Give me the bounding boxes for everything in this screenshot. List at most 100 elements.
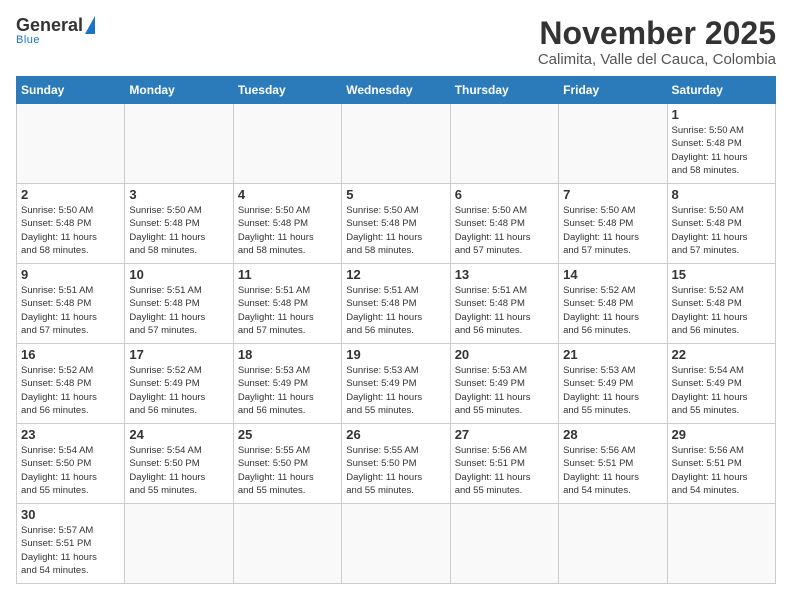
logo-general: General <box>16 16 83 34</box>
calendar-cell: 29Sunrise: 5:56 AMSunset: 5:51 PMDayligh… <box>667 424 775 504</box>
date-number: 27 <box>455 427 554 442</box>
cell-info: Sunrise: 5:57 AMSunset: 5:51 PMDaylight:… <box>21 524 120 577</box>
date-number: 4 <box>238 187 337 202</box>
calendar-cell: 10Sunrise: 5:51 AMSunset: 5:48 PMDayligh… <box>125 264 233 344</box>
cell-info: Sunrise: 5:54 AMSunset: 5:50 PMDaylight:… <box>129 444 228 497</box>
calendar-title: November 2025 <box>538 16 776 51</box>
date-number: 19 <box>346 347 445 362</box>
calendar-cell <box>125 104 233 184</box>
logo-area: General Blue <box>16 16 95 46</box>
week-row-4: 16 Sunrise: 5:52 AMSunset: 5:48 PMDayligh… <box>17 344 776 424</box>
date-number: 23 <box>21 427 120 442</box>
calendar-cell: 8Sunrise: 5:50 AMSunset: 5:48 PMDaylight… <box>667 184 775 264</box>
date-number: 17 <box>129 347 228 362</box>
date-number: 11 <box>238 267 337 282</box>
day-header-thursday: Thursday <box>450 77 558 104</box>
cell-info: Sunrise: 5:52 AMSunset: 5:48 PMDaylight:… <box>672 284 771 337</box>
cell-info: Sunrise: 5:50 AMSunset: 5:48 PMDaylight:… <box>563 204 662 257</box>
calendar-cell: 5 Sunrise: 5:50 AMSunset: 5:48 PMDaylight… <box>342 184 450 264</box>
date-number: 22 <box>672 347 771 362</box>
header: General Blue November 2025 Calimita, Val… <box>16 16 776 68</box>
logo-row: General <box>16 16 95 34</box>
calendar-table: SundayMondayTuesdayWednesdayThursdayFrid… <box>16 76 776 584</box>
cell-info: Sunrise: 5:53 AMSunset: 5:49 PMDaylight:… <box>238 364 337 417</box>
calendar-cell: 13Sunrise: 5:51 AMSunset: 5:48 PMDayligh… <box>450 264 558 344</box>
day-header-wednesday: Wednesday <box>342 77 450 104</box>
cell-info: Sunrise: 5:56 AMSunset: 5:51 PMDaylight:… <box>563 444 662 497</box>
date-number: 13 <box>455 267 554 282</box>
date-number: 8 <box>672 187 771 202</box>
day-header-sunday: Sunday <box>17 77 125 104</box>
calendar-cell: 14 Sunrise: 5:52 AMSunset: 5:48 PMDayligh… <box>559 264 667 344</box>
date-number: 12 <box>346 267 445 282</box>
cell-info: Sunrise: 5:50 AMSunset: 5:48 PMDaylight:… <box>129 204 228 257</box>
date-number: 20 <box>455 347 554 362</box>
calendar-cell <box>17 104 125 184</box>
calendar-cell: 9Sunrise: 5:51 AMSunset: 5:48 PMDaylight… <box>17 264 125 344</box>
calendar-cell: 25 Sunrise: 5:55 AMSunset: 5:50 PMDayligh… <box>233 424 341 504</box>
cell-info: Sunrise: 5:50 AMSunset: 5:48 PMDaylight:… <box>346 204 445 257</box>
calendar-cell <box>667 504 775 584</box>
day-header-row: SundayMondayTuesdayWednesdayThursdayFrid… <box>17 77 776 104</box>
calendar-subtitle: Calimita, Valle del Cauca, Colombia <box>538 51 776 68</box>
calendar-cell: 16 Sunrise: 5:52 AMSunset: 5:48 PMDayligh… <box>17 344 125 424</box>
cell-info: Sunrise: 5:52 AMSunset: 5:48 PMDaylight:… <box>563 284 662 337</box>
calendar-cell <box>125 504 233 584</box>
calendar-cell <box>559 104 667 184</box>
calendar-cell: 3 Sunrise: 5:50 AMSunset: 5:48 PMDaylight… <box>125 184 233 264</box>
date-number: 25 <box>238 427 337 442</box>
cell-info: Sunrise: 5:51 AMSunset: 5:48 PMDaylight:… <box>238 284 337 337</box>
cell-info: Sunrise: 5:50 AMSunset: 5:48 PMDaylight:… <box>455 204 554 257</box>
calendar-cell <box>233 504 341 584</box>
calendar-cell: 18 Sunrise: 5:53 AMSunset: 5:49 PMDayligh… <box>233 344 341 424</box>
cell-info: Sunrise: 5:55 AMSunset: 5:50 PMDaylight:… <box>238 444 337 497</box>
date-number: 3 <box>129 187 228 202</box>
cell-info: Sunrise: 5:51 AMSunset: 5:48 PMDaylight:… <box>129 284 228 337</box>
calendar-cell: 27 Sunrise: 5:56 AMSunset: 5:51 PMDayligh… <box>450 424 558 504</box>
cell-info: Sunrise: 5:50 AMSunset: 5:48 PMDaylight:… <box>21 204 120 257</box>
date-number: 6 <box>455 187 554 202</box>
cell-info: Sunrise: 5:52 AMSunset: 5:49 PMDaylight:… <box>129 364 228 417</box>
cell-info: Sunrise: 5:56 AMSunset: 5:51 PMDaylight:… <box>455 444 554 497</box>
date-number: 16 <box>21 347 120 362</box>
logo-blue-text: Blue <box>16 34 40 46</box>
calendar-cell <box>450 104 558 184</box>
calendar-cell: 2Sunrise: 5:50 AMSunset: 5:48 PMDaylight… <box>17 184 125 264</box>
calendar-cell: 17 Sunrise: 5:52 AMSunset: 5:49 PMDayligh… <box>125 344 233 424</box>
date-number: 1 <box>672 107 771 122</box>
date-number: 9 <box>21 267 120 282</box>
date-number: 14 <box>563 267 662 282</box>
date-number: 28 <box>563 427 662 442</box>
date-number: 30 <box>21 507 120 522</box>
date-number: 7 <box>563 187 662 202</box>
calendar-cell: 23Sunrise: 5:54 AMSunset: 5:50 PMDayligh… <box>17 424 125 504</box>
calendar-cell <box>559 504 667 584</box>
date-number: 18 <box>238 347 337 362</box>
calendar-cell: 15 Sunrise: 5:52 AMSunset: 5:48 PMDayligh… <box>667 264 775 344</box>
cell-info: Sunrise: 5:52 AMSunset: 5:48 PMDaylight:… <box>21 364 120 417</box>
title-area: November 2025 Calimita, Valle del Cauca,… <box>538 16 776 68</box>
cell-info: Sunrise: 5:53 AMSunset: 5:49 PMDaylight:… <box>455 364 554 417</box>
calendar-cell: 7 Sunrise: 5:50 AMSunset: 5:48 PMDaylight… <box>559 184 667 264</box>
date-number: 26 <box>346 427 445 442</box>
logo-triangle-icon <box>85 16 95 34</box>
week-row-2: 2Sunrise: 5:50 AMSunset: 5:48 PMDaylight… <box>17 184 776 264</box>
calendar-cell <box>342 504 450 584</box>
week-row-5: 23 Sunrise: 5:54 AMSunset: 5:50 PMDayligh… <box>17 424 776 504</box>
calendar-cell: 21Sunrise: 5:53 AMSunset: 5:49 PMDayligh… <box>559 344 667 424</box>
calendar-cell: 4 Sunrise: 5:50 AMSunset: 5:48 PMDaylight… <box>233 184 341 264</box>
cell-info: Sunrise: 5:55 AMSunset: 5:50 PMDaylight:… <box>346 444 445 497</box>
calendar-cell: 20 Sunrise: 5:53 AMSunset: 5:49 PMDayligh… <box>450 344 558 424</box>
date-number: 5 <box>346 187 445 202</box>
cell-info: Sunrise: 5:50 AMSunset: 5:48 PMDaylight:… <box>672 124 771 177</box>
date-number: 21 <box>563 347 662 362</box>
cell-info: Sunrise: 5:50 AMSunset: 5:48 PMDaylight:… <box>238 204 337 257</box>
date-number: 24 <box>129 427 228 442</box>
date-number: 15 <box>672 267 771 282</box>
calendar-cell: 26 Sunrise: 5:55 AMSunset: 5:50 PMDayligh… <box>342 424 450 504</box>
calendar-cell: 11 Sunrise: 5:51 AMSunset: 5:48 PMDayligh… <box>233 264 341 344</box>
page-container: General Blue November 2025 Calimita, Val… <box>16 16 776 584</box>
day-header-saturday: Saturday <box>667 77 775 104</box>
calendar-cell: 12Sunrise: 5:51 AMSunset: 5:48 PMDayligh… <box>342 264 450 344</box>
week-row-1: 1 Sunrise: 5:50 AMSunset: 5:48 PMDaylight… <box>17 104 776 184</box>
